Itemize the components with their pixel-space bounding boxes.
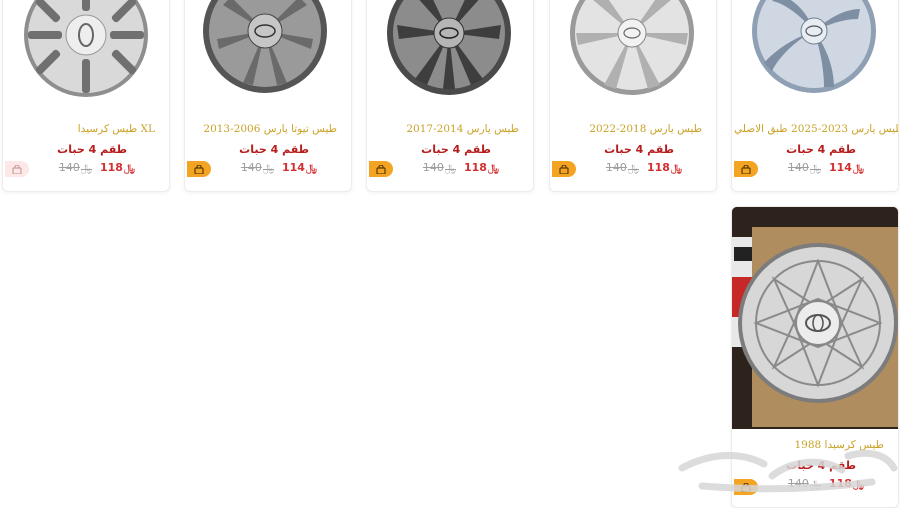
currency-icon: ﷼ xyxy=(444,163,456,174)
add-to-cart-button[interactable] xyxy=(552,161,576,177)
product-card[interactable]: طيس كرسيدا XL طقم 4 حبات 140﷼ 118﷼ xyxy=(2,0,170,192)
product-image[interactable] xyxy=(367,0,533,113)
add-to-cart-button[interactable] xyxy=(5,161,29,177)
product-card[interactable]: طيس تيوتا يارس 2006-2013 طقم 4 حبات 140﷼… xyxy=(184,0,352,192)
shopping-bag-icon xyxy=(194,164,204,174)
product-card[interactable]: طيس يارس 2023-2025 طبق الاصلي طقم 4 حبات… xyxy=(731,0,899,192)
hubcap-image xyxy=(24,0,148,97)
shopping-bag-icon xyxy=(741,164,751,174)
product-set-label: طقم 4 حبات xyxy=(604,143,674,156)
currency-icon: ﷼ xyxy=(852,163,864,174)
hubcap-image xyxy=(570,0,694,95)
product-image[interactable] xyxy=(732,207,898,429)
hubcap-image xyxy=(752,0,876,93)
hubcap-photo xyxy=(732,207,898,429)
product-title[interactable]: طيس يارس 2018-2022 xyxy=(552,123,702,135)
product-image[interactable] xyxy=(732,0,898,113)
currency-icon: ﷼ xyxy=(670,163,682,174)
old-price: 140﷼ xyxy=(240,161,274,174)
old-price: 140﷼ xyxy=(58,161,92,174)
product-image[interactable] xyxy=(550,0,716,113)
price-row: 140﷼ 114﷼ xyxy=(241,161,317,174)
currency-icon: ﷼ xyxy=(809,163,821,174)
product-image[interactable] xyxy=(3,0,169,113)
price-row: 140﷼ 118﷼ xyxy=(59,161,135,174)
current-price: 118﷼ xyxy=(646,161,682,174)
currency-icon: ﷼ xyxy=(262,163,274,174)
currency-icon: ﷼ xyxy=(305,163,317,174)
product-title[interactable]: طيس يارس 2023-2025 طبق الاصلي xyxy=(734,123,898,135)
watermark-logo xyxy=(678,449,898,493)
currency-icon: ﷼ xyxy=(123,163,135,174)
current-price: 118﷼ xyxy=(463,161,499,174)
add-to-cart-button[interactable] xyxy=(187,161,211,177)
product-set-label: طقم 4 حبات xyxy=(57,143,127,156)
add-to-cart-button[interactable] xyxy=(734,161,758,177)
price-row: 140﷼ 118﷼ xyxy=(423,161,499,174)
current-price: 114﷼ xyxy=(281,161,317,174)
old-price: 140﷼ xyxy=(422,161,456,174)
current-price: 114﷼ xyxy=(828,161,864,174)
product-image[interactable] xyxy=(185,0,351,113)
add-to-cart-button[interactable] xyxy=(369,161,393,177)
old-price: 140﷼ xyxy=(787,161,821,174)
product-card[interactable]: طيس يارس 2018-2022 طقم 4 حبات 140﷼ 118﷼ xyxy=(549,0,717,192)
shopping-bag-icon xyxy=(12,164,22,174)
current-price: 118﷼ xyxy=(99,161,135,174)
shopping-bag-icon xyxy=(559,164,569,174)
product-title[interactable]: طيس تيوتا يارس 2006-2013 xyxy=(187,123,337,135)
price-row: 140﷼ 114﷼ xyxy=(788,161,864,174)
product-set-label: طقم 4 حبات xyxy=(786,143,856,156)
currency-icon: ﷼ xyxy=(627,163,639,174)
currency-icon: ﷼ xyxy=(487,163,499,174)
currency-icon: ﷼ xyxy=(80,163,92,174)
product-set-label: طقم 4 حبات xyxy=(421,143,491,156)
old-price: 140﷼ xyxy=(605,161,639,174)
product-card[interactable]: طيس يارس 2014-2017 طقم 4 حبات 140﷼ 118﷼ xyxy=(366,0,534,192)
product-title[interactable]: طيس يارس 2014-2017 xyxy=(369,123,519,135)
hubcap-image xyxy=(387,0,511,95)
product-title[interactable]: طيس كرسيدا XL xyxy=(5,123,155,135)
hubcap-image xyxy=(203,0,327,93)
price-row: 140﷼ 118﷼ xyxy=(606,161,682,174)
product-set-label: طقم 4 حبات xyxy=(239,143,309,156)
shopping-bag-icon xyxy=(376,164,386,174)
